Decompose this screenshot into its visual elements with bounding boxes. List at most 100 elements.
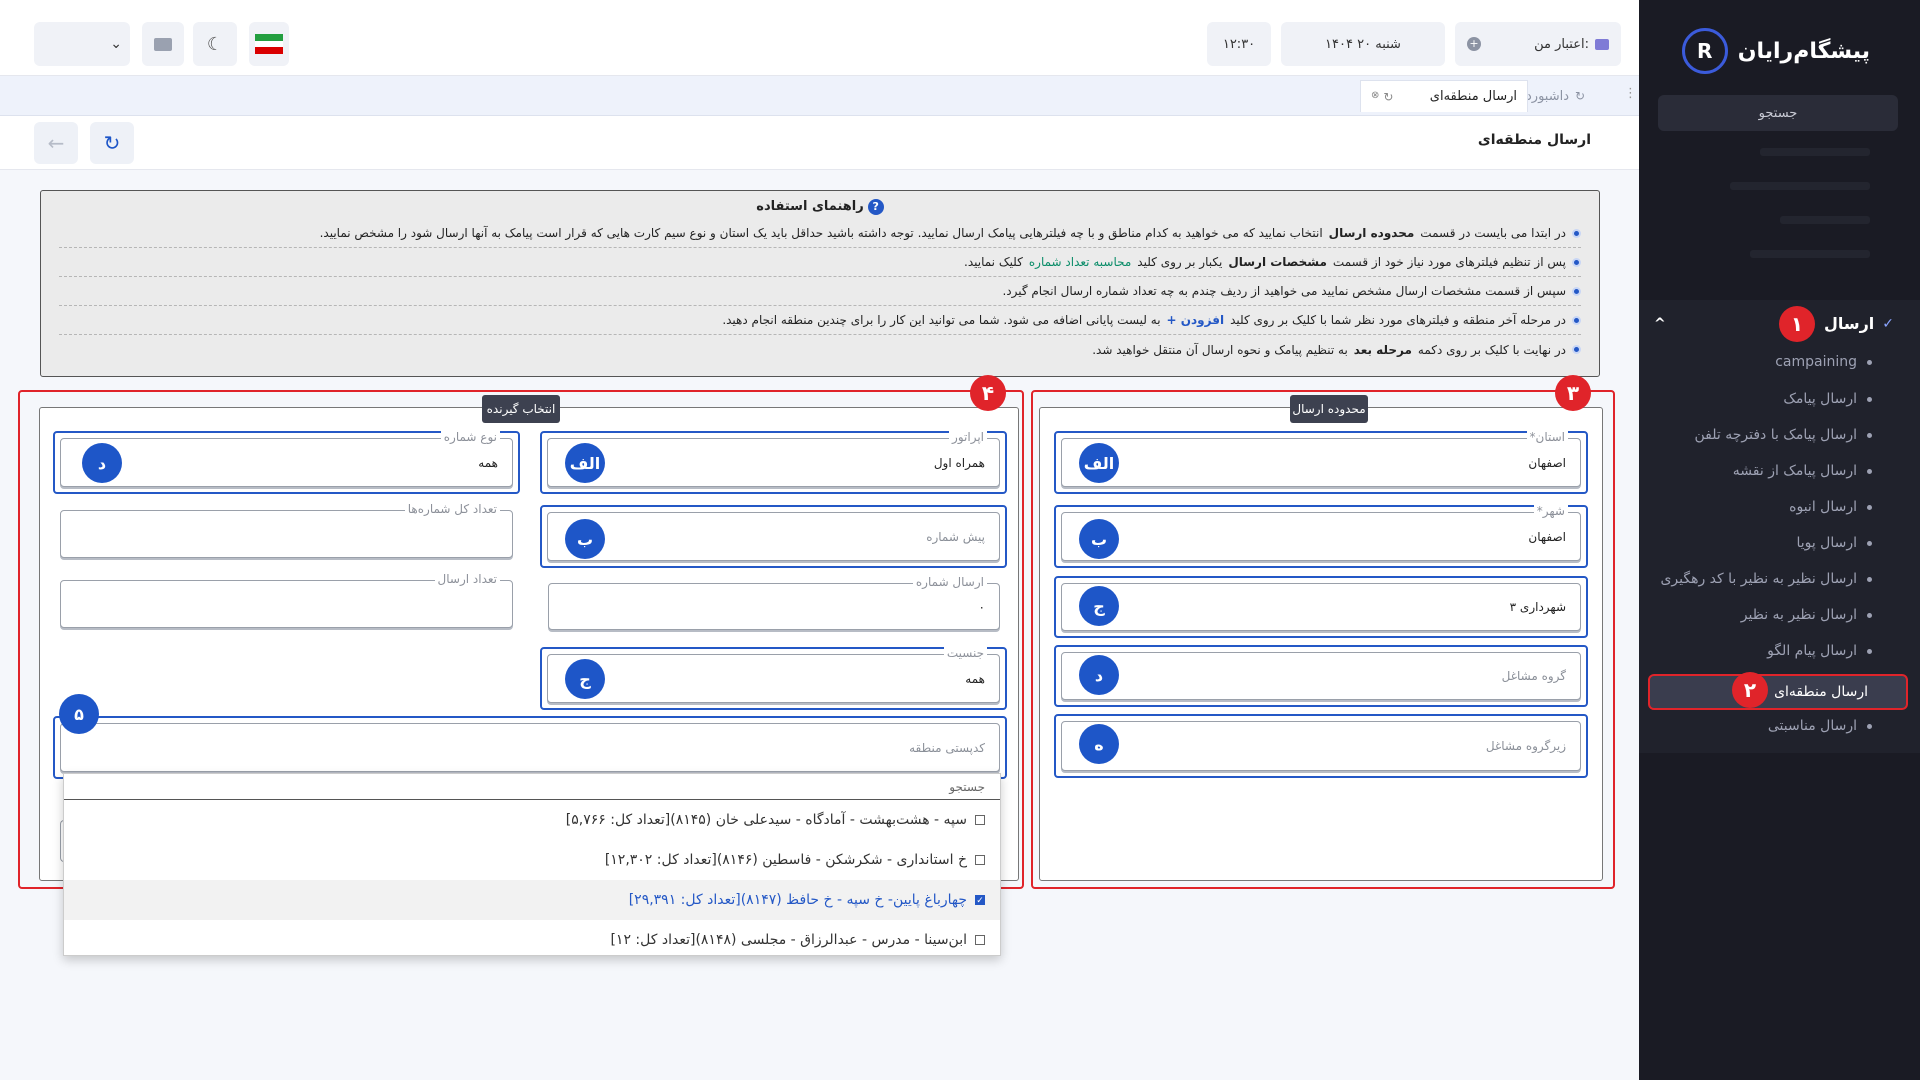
more-icon[interactable]: ⋮ — [1624, 86, 1637, 101]
step-badge-4: ۴ — [970, 375, 1006, 411]
credit-chip[interactable]: + اعتبار من: — [1455, 22, 1621, 66]
bullet-icon — [1867, 359, 1872, 365]
refresh-icon: ↻ — [1575, 89, 1586, 103]
dropdown-option-selected[interactable]: ✓ چهارباغ پایین- خ سپه - خ حافظ (۸۱۴۷)[تع… — [64, 880, 1000, 920]
menu-title: ارسال — [1823, 314, 1875, 333]
refresh-button[interactable]: ↻ — [90, 122, 134, 164]
guide-row: سپس از قسمت مشخصات ارسال مشخص نمایید می … — [59, 277, 1581, 306]
logo-text: پیشگام‌رایان — [1737, 38, 1870, 64]
bullet-icon — [1572, 345, 1581, 354]
bullet-icon — [1867, 576, 1872, 582]
bullet-icon — [1867, 723, 1872, 729]
refresh-icon[interactable]: ↻ — [1383, 90, 1393, 104]
page-header: ارسال منطقه‌ای — [0, 116, 1639, 170]
sidebar-item-p2p[interactable]: ارسال نظیر به نظیر — [1741, 607, 1872, 623]
step-badge-1: ۱ — [1779, 306, 1815, 342]
usage-guide: ?راهنمای استفاده در ابتدا می بایست در قس… — [40, 190, 1600, 377]
bullet-icon — [1572, 315, 1581, 325]
step-badge-2: ۲ — [1732, 672, 1768, 708]
bullet-icon — [1572, 257, 1581, 267]
faded-line — [1780, 216, 1870, 224]
tab-regional-send[interactable]: ارسال منطقه‌ای ↻ ⊗ — [1360, 80, 1528, 112]
close-icon[interactable]: ⊗ — [1371, 90, 1379, 104]
faded-line — [1750, 250, 1870, 258]
topbar: + اعتبار من: شنبه ۲۰ ۱۴۰۴ ۱۲:۳۰ ☾ ⌄ — [0, 0, 1639, 76]
bullet-icon — [1572, 228, 1581, 238]
sidebar-item-pattern[interactable]: ارسال پیام الگو — [1767, 643, 1872, 659]
page-title: ارسال منطقه‌ای — [1477, 132, 1591, 148]
recipient-panel-title: انتخاب گیرنده — [482, 395, 560, 423]
prefix-select[interactable]: پیش شماره — [540, 505, 1007, 568]
theme-toggle-button[interactable]: ☾ — [193, 22, 237, 66]
user-dropdown[interactable]: ⌄ — [34, 22, 130, 66]
sidebar: پیشگام‌رایان R جستجو ✓ ارسال ^ ۱ campain… — [1639, 0, 1920, 1080]
moon-icon: ☾ — [206, 33, 224, 55]
municipality-select[interactable]: شهرداری ۳ — [1054, 576, 1588, 638]
dropdown-option[interactable]: ابن‌سینا - مدرس - عبدالرزاق - مجلسی (۸۱۴… — [64, 920, 1000, 960]
sidebar-item-map[interactable]: ارسال پیامک از نقشه — [1733, 463, 1872, 479]
chevron-up-icon[interactable]: ^ — [1654, 316, 1666, 332]
time-chip: ۱۲:۳۰ — [1207, 22, 1271, 66]
mail-icon — [154, 37, 172, 51]
chevron-down-icon: ⌄ — [110, 36, 122, 52]
step-badge-3: ۳ — [1555, 375, 1591, 411]
number-type-select[interactable]: نوع شماره همه — [53, 430, 520, 494]
logo-icon: R — [1681, 28, 1728, 74]
side-menu-send: ✓ ارسال ^ ۱ campaining ارسال پیامک ارسال… — [1639, 300, 1920, 753]
back-button[interactable]: ← — [34, 122, 78, 164]
postal-code-select[interactable]: کدپستی منطقه — [53, 716, 1007, 779]
guide-row: در مرحله آخر منطقه و فیلترهای مورد نظر ش… — [59, 306, 1581, 335]
bullet-icon — [1867, 648, 1872, 654]
faded-line — [1730, 182, 1870, 190]
bullet-icon — [1572, 286, 1581, 296]
sidebar-item-dynamic[interactable]: ارسال پویا — [1796, 535, 1872, 551]
send-count-input[interactable]: تعداد ارسال — [60, 572, 513, 628]
city-select[interactable]: شهر* اصفهان — [1054, 504, 1588, 568]
operator-select[interactable]: اپراتور همراه اول — [540, 430, 1007, 494]
sidebar-item-p2p-tracking[interactable]: ارسال نظیر به نظیر با کد رهگیری — [1660, 571, 1872, 587]
dropdown-option[interactable]: سپه - هشت‌بهشت - آمادگاه - سیدعلی خان (۸… — [64, 800, 1000, 840]
bullet-icon — [1867, 396, 1872, 402]
bullet-icon — [1867, 468, 1872, 474]
checkbox-icon[interactable] — [975, 815, 985, 825]
checkbox-checked-icon[interactable]: ✓ — [975, 895, 985, 906]
sidebar-item-phonebook[interactable]: ارسال پیامک با دفترچه تلفن — [1694, 427, 1872, 443]
guide-title: ?راهنمای استفاده — [59, 199, 1581, 215]
menu-head-send[interactable]: ✓ ارسال ^ — [1654, 314, 1894, 333]
sidebar-item-campaining[interactable]: campaining — [1775, 354, 1872, 370]
gender-select[interactable]: جنسیت همه — [540, 646, 1007, 710]
sidebar-search[interactable]: جستجو — [1658, 95, 1898, 131]
logo: پیشگام‌رایان R — [1681, 28, 1870, 74]
sidebar-item-bulk[interactable]: ارسال انبوه — [1789, 499, 1872, 515]
dropdown-search-input[interactable]: جستجو — [64, 774, 1000, 800]
checkbox-icon[interactable] — [975, 855, 985, 865]
job-subgroup-select[interactable]: زیرگروه مشاغل — [1054, 714, 1588, 778]
letter-badge-be: ب — [1079, 519, 1119, 559]
postal-code-dropdown: جستجو سپه - هشت‌بهشت - آمادگاه - سیدعلی … — [63, 773, 1001, 956]
guide-row: پس از تنظیم فیلترهای مورد نیاز خود از قس… — [59, 248, 1581, 277]
help-icon: ? — [867, 199, 884, 215]
checkbox-icon[interactable] — [975, 935, 985, 945]
guide-row: در نهایت با کلیک بر روی دکمه مرحله بعد به … — [59, 335, 1581, 364]
check-icon: ✓ — [1882, 315, 1894, 332]
language-button[interactable] — [249, 22, 289, 66]
bullet-icon — [1867, 540, 1872, 546]
province-select[interactable]: استان* اصفهان — [1054, 430, 1588, 494]
job-group-select[interactable]: گروه مشاغل — [1054, 645, 1588, 707]
guide-row: در ابتدا می بایست در قسمت محدوده ارسال انت… — [59, 219, 1581, 248]
letter-badge-dal: د — [82, 443, 122, 483]
plus-circle-icon[interactable]: + — [1467, 37, 1481, 51]
dropdown-option[interactable]: خ استانداری - شکرشکن - فاسطین (۸۱۴۶)[تعد… — [64, 840, 1000, 880]
letter-badge-alef: الف — [565, 443, 605, 483]
letter-badge-be: ب — [565, 519, 605, 559]
tabs-bar: ↻ داشبورد ارسال منطقه‌ای ↻ ⊗ ⋮ — [0, 76, 1639, 116]
messages-button[interactable] — [142, 22, 184, 66]
bullet-icon — [1867, 504, 1872, 510]
refresh-icon: ↻ — [103, 131, 121, 155]
sidebar-item-send-sms[interactable]: ارسال پیامک — [1783, 391, 1872, 407]
sidebar-item-occasional[interactable]: ارسال مناسبتی — [1768, 718, 1872, 734]
letter-badge-jim: ج — [565, 659, 605, 699]
sidebar-item-regional[interactable]: ارسال منطقه‌ای — [1648, 674, 1908, 710]
range-panel-title: محدوده ارسال — [1290, 395, 1368, 423]
send-number-input[interactable]: ارسال شماره ۰ — [548, 575, 1000, 630]
